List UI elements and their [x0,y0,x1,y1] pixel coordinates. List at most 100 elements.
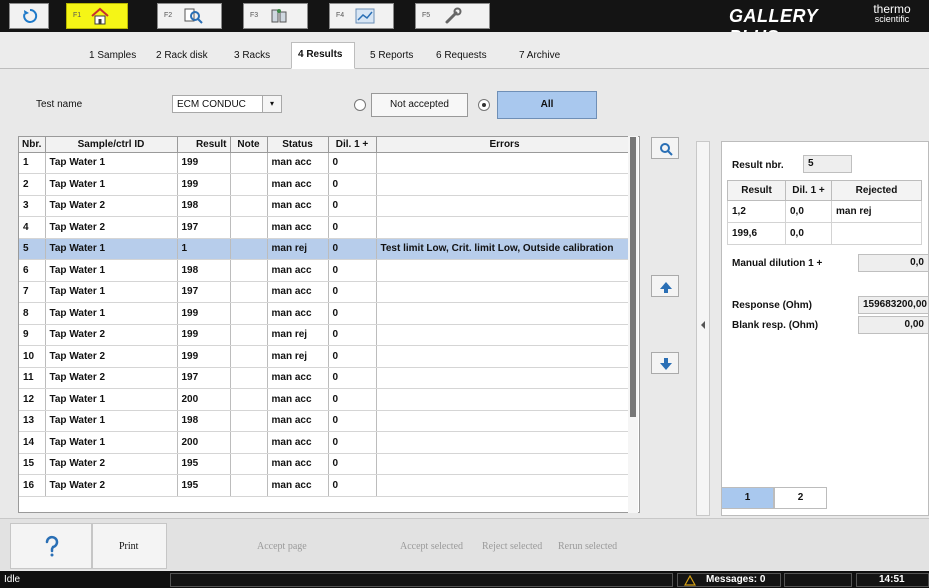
table-row[interactable]: 7 Tap Water 1 197 man acc 0 [19,281,634,303]
tab-results[interactable]: 4 Results [291,42,355,69]
row-note [230,173,268,196]
row-errors [376,195,634,217]
tab-requests[interactable]: 6 Requests [430,44,493,68]
f1-label: F1 [73,12,82,19]
table-row[interactable]: 16 Tap Water 2 195 man acc 0 [19,474,634,497]
row-errors [376,173,634,196]
row-sample-id: Tap Water 1 [45,238,178,260]
blank-response-value: 0,00 [858,316,929,334]
col-dilution[interactable]: Dil. 1 + [328,137,377,153]
vendor-line1: thermo [873,2,911,16]
help-button[interactable] [10,523,92,569]
table-row[interactable]: 1 Tap Water 1 199 man acc 0 [19,152,634,174]
row-dilution: 0 [328,216,377,239]
reject-selected-button[interactable]: Reject selected [482,541,542,552]
arrow-down-icon [660,358,672,370]
search-button[interactable] [651,137,679,159]
tab-rack-disk[interactable]: 2 Rack disk [150,44,214,68]
wrench-icon [445,7,462,24]
messages-button[interactable]: Messages: 0 [677,573,781,587]
col-result[interactable]: Result [177,137,231,153]
table-row[interactable]: 10 Tap Water 2 199 man rej 0 [19,345,634,368]
all-button[interactable]: All [497,91,597,119]
tab-archive[interactable]: 7 Archive [513,44,566,68]
table-row[interactable]: 5 Tap Water 1 1 man rej 0 Test limit Low, Cri… [19,238,634,260]
col-note[interactable]: Note [230,137,268,153]
table-row[interactable]: 14 Tap Water 1 200 man acc 0 [19,431,634,454]
row-status: man acc [267,281,329,303]
table-row[interactable]: 2 Tap Water 1 199 man acc 0 [19,173,634,196]
move-down-button[interactable] [651,352,679,374]
row-dilution: 0 [328,195,377,217]
row-errors [376,324,634,346]
f2-label: F2 [164,12,173,19]
history-row[interactable]: 1,2 0,0 man rej [727,200,922,223]
row-status: man acc [267,302,329,325]
row-status: man acc [267,152,329,174]
col-status[interactable]: Status [267,137,329,153]
col-sample-id[interactable]: Sample/ctrl ID [45,137,178,153]
f4-chart-button[interactable]: F4 [329,3,394,29]
collapse-panel-handle[interactable] [696,141,710,516]
print-label: Print [119,541,139,552]
history-row[interactable]: 199,6 0,0 [727,222,922,245]
results-table: Nbr. Sample/ctrl ID Result Note Status D… [18,136,640,513]
history-header-row: Result Dil. 1 + Rejected [727,180,922,201]
detail-page-tab-2[interactable]: 2 [774,487,827,509]
all-radio[interactable] [478,99,490,111]
table-row[interactable]: 8 Tap Water 1 199 man acc 0 [19,302,634,325]
row-note [230,388,268,411]
row-sample-id: Tap Water 1 [45,388,178,411]
row-nbr: 8 [19,302,46,325]
row-result: 197 [177,367,231,389]
tab-samples[interactable]: 1 Samples [83,44,142,68]
table-row[interactable]: 13 Tap Water 1 198 man acc 0 [19,410,634,432]
accept-page-button[interactable]: Accept page [257,541,307,552]
chevron-down-icon[interactable]: ▾ [262,95,282,113]
row-nbr: 4 [19,216,46,239]
help-icon [45,535,59,557]
row-note [230,259,268,282]
row-sample-id: Tap Water 1 [45,152,178,174]
table-row[interactable]: 9 Tap Water 2 199 man rej 0 [19,324,634,346]
arrow-up-icon [660,282,672,293]
refresh-button[interactable] [9,3,49,29]
table-row[interactable]: 11 Tap Water 2 197 man acc 0 [19,367,634,389]
response-label: Response (Ohm) [732,300,813,311]
table-row[interactable]: 4 Tap Water 2 197 man acc 0 [19,216,634,239]
move-up-button[interactable] [651,275,679,297]
col-nbr[interactable]: Nbr. [19,137,46,153]
row-status: man rej [267,238,329,260]
row-note [230,345,268,368]
row-nbr: 10 [19,345,46,368]
not-accepted-radio[interactable] [354,99,366,111]
not-accepted-button[interactable]: Not accepted [371,93,468,117]
tab-reports[interactable]: 5 Reports [364,44,419,68]
row-sample-id: Tap Water 2 [45,195,178,217]
rerun-selected-button[interactable]: Rerun selected [558,541,617,552]
row-status: man rej [267,324,329,346]
manual-dilution-label: Manual dilution 1 + [732,258,823,269]
row-errors [376,431,634,454]
row-status: man acc [267,388,329,411]
table-row[interactable]: 3 Tap Water 2 198 man acc 0 [19,195,634,217]
tab-racks[interactable]: 3 Racks [228,44,276,68]
history-col-dilution: Dil. 1 + [785,180,832,201]
detail-page-tab-1[interactable]: 1 [721,487,774,509]
row-sample-id: Tap Water 2 [45,474,178,497]
f2-search-button[interactable]: F2 [157,3,222,29]
row-note [230,410,268,432]
table-row[interactable]: 15 Tap Water 2 195 man acc 0 [19,453,634,475]
row-status: man acc [267,195,329,217]
f5-tools-button[interactable]: F5 [415,3,490,29]
f3-samples-button[interactable]: F3 [243,3,308,29]
table-scroll-thumb[interactable] [630,137,636,417]
table-row[interactable]: 6 Tap Water 1 198 man acc 0 [19,259,634,282]
col-errors[interactable]: Errors [376,137,634,153]
row-dilution: 0 [328,152,377,174]
warning-icon [684,575,696,586]
table-row[interactable]: 12 Tap Water 1 200 man acc 0 [19,388,634,411]
manual-dilution-value[interactable]: 0,0 [858,254,929,272]
accept-selected-button[interactable]: Accept selected [400,541,463,552]
f1-home-button[interactable]: F1 [66,3,128,29]
